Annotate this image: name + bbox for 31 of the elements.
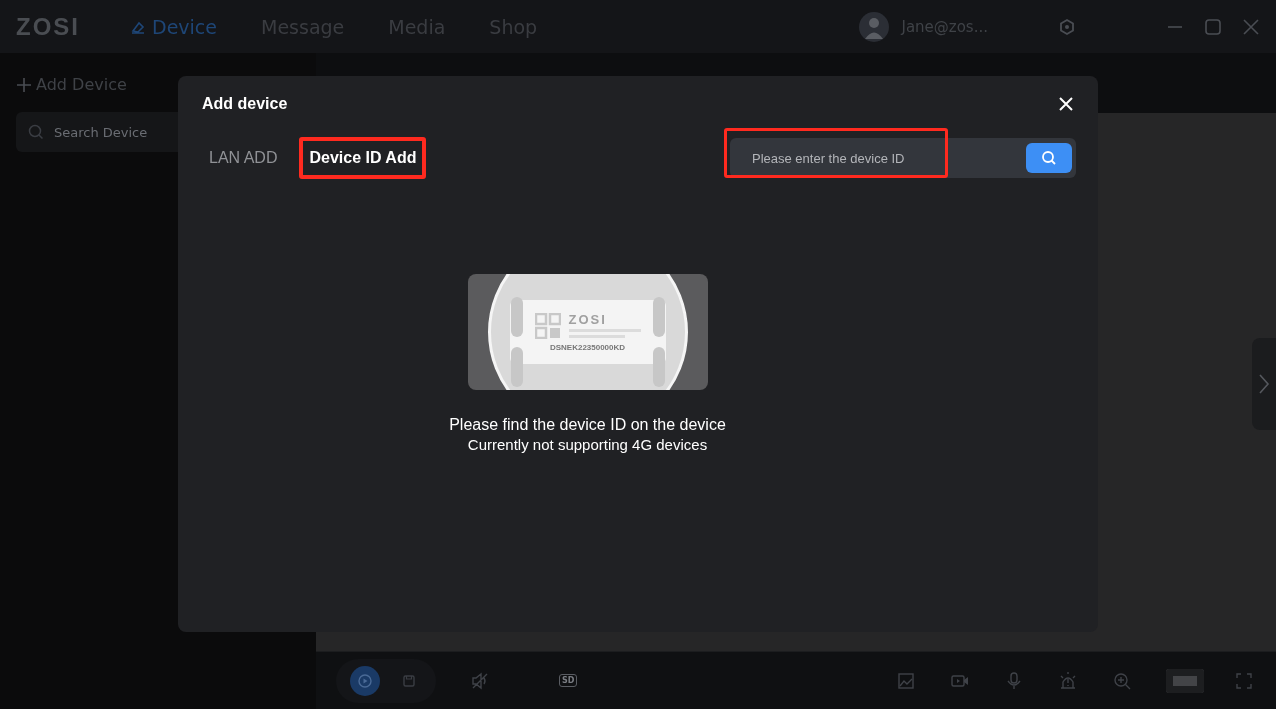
serial-number: DSNEK22350000KD <box>549 342 626 352</box>
qr-code-icon <box>534 312 561 339</box>
add-device-button[interactable]: Add Device <box>16 75 127 94</box>
settings-icon[interactable] <box>1058 17 1076 36</box>
chevron-right-icon <box>1258 373 1270 395</box>
search-icon <box>28 124 44 140</box>
nav-tab[interactable]: Device <box>130 15 217 38</box>
play-button-icon[interactable] <box>350 665 380 696</box>
dialog-tab[interactable]: Device ID Add <box>299 137 427 179</box>
zoom-in-icon[interactable] <box>1112 670 1132 691</box>
grip-slot <box>510 347 523 387</box>
app-logo: ZOSI <box>16 12 80 41</box>
search-button[interactable] <box>1026 143 1072 173</box>
maximize-icon[interactable] <box>1204 17 1222 36</box>
hint-text: Please find the device ID on the device <box>448 416 727 434</box>
avatar-icon[interactable] <box>859 11 890 42</box>
quality-toggle[interactable]: SD <box>559 674 578 687</box>
plus-icon <box>16 76 32 93</box>
dialog-title: Add device <box>202 95 288 113</box>
note-text: Currently not supporting 4G devices <box>466 436 709 453</box>
alarm-icon[interactable] <box>1058 670 1078 691</box>
save-icon[interactable] <box>402 673 416 688</box>
fullscreen-icon[interactable] <box>1234 670 1254 691</box>
layout-button[interactable] <box>1166 668 1204 693</box>
brand-text: ZOSI <box>568 313 608 326</box>
close-icon[interactable] <box>1057 95 1075 113</box>
image-icon[interactable] <box>896 670 916 691</box>
grip-slot <box>652 347 665 387</box>
mute-icon[interactable] <box>470 670 490 691</box>
next-handle[interactable] <box>1252 338 1276 430</box>
search-icon <box>1041 150 1057 166</box>
